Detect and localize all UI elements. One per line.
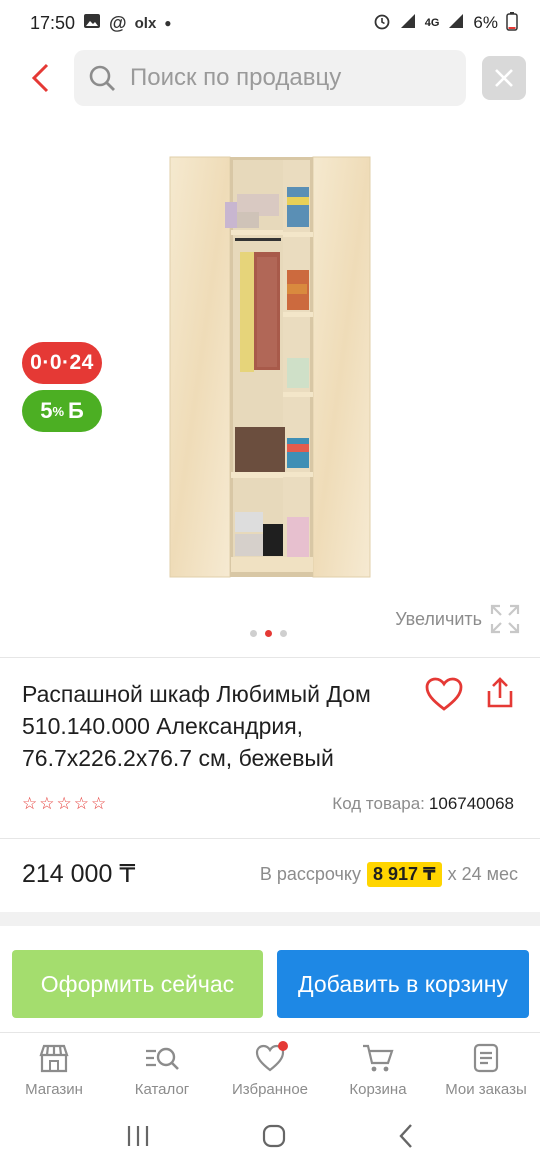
recent-apps-icon <box>127 1125 149 1146</box>
zoom-label: Увеличить <box>395 608 482 629</box>
expand-icon <box>490 604 520 634</box>
battery-icon <box>506 11 518 36</box>
close-icon <box>495 69 513 87</box>
installment-label: В рассрочку <box>259 864 361 884</box>
gallery-dot[interactable] <box>250 630 257 637</box>
divider <box>0 838 540 839</box>
chevron-left-icon <box>31 63 49 93</box>
product-image <box>169 156 371 578</box>
clear-search-button[interactable] <box>482 56 526 100</box>
nav-item-cart[interactable]: Корзина <box>324 1033 432 1104</box>
bonus-badge: 5% Б <box>22 390 102 432</box>
dot-icon: ● <box>164 16 172 30</box>
nav-label: Избранное <box>231 1081 309 1098</box>
system-nav-bar <box>0 1106 540 1170</box>
nav-item-orders[interactable]: Мои заказы <box>432 1033 540 1104</box>
zoom-button[interactable]: Увеличить <box>395 604 520 634</box>
product-code-value: 106740068 <box>428 794 514 813</box>
divider <box>0 657 540 658</box>
back-system-button[interactable] <box>397 1123 415 1154</box>
nav-item-favorites[interactable]: Избранное <box>216 1033 324 1104</box>
heart-outline-icon <box>425 677 463 711</box>
chevron-left-icon <box>399 1123 412 1148</box>
home-icon <box>262 1124 286 1147</box>
gallery-dots <box>250 630 287 637</box>
nav-label: Каталог <box>134 1081 190 1098</box>
search-header <box>0 46 540 112</box>
product-gallery[interactable]: 0·0·24 5% Б Увеличить <box>0 112 540 652</box>
back-button[interactable] <box>22 58 58 98</box>
at-icon: @ <box>109 12 127 33</box>
status-right: 4G 6% <box>373 11 518 36</box>
nav-item-catalog[interactable]: Каталог <box>108 1033 216 1104</box>
star-icon: ☆ <box>56 794 72 813</box>
status-left: 17:50 @ olx ● <box>30 13 172 34</box>
cart-icon <box>363 1044 394 1072</box>
status-bar: 17:50 @ olx ● 4G 6% <box>0 0 540 46</box>
product-code-label: Код товара: <box>332 794 425 813</box>
star-icon: ☆ <box>91 794 107 813</box>
installment-term: x 24 мес <box>447 864 518 884</box>
orders-icon <box>473 1043 499 1073</box>
share-button[interactable] <box>484 676 520 716</box>
share-icon <box>487 677 513 708</box>
notification-dot <box>278 1041 288 1051</box>
recent-apps-button[interactable] <box>125 1124 151 1153</box>
search-icon <box>89 65 115 91</box>
buy-now-button[interactable]: Оформить сейчас <box>12 950 263 1018</box>
olx-icon: olx <box>134 14 157 32</box>
installment-info[interactable]: В рассрочку 8 917 ₸ x 24 мес <box>260 862 518 887</box>
gallery-dot[interactable] <box>280 630 287 637</box>
section-separator <box>0 912 540 926</box>
installment-amount: 8 917 ₸ <box>367 862 442 887</box>
network-4g-icon: 4G <box>424 17 440 29</box>
nav-label: Мои заказы <box>445 1081 527 1098</box>
star-icon: ☆ <box>39 794 55 813</box>
catalog-search-icon <box>146 1047 179 1070</box>
battery-percent: 6% <box>473 13 498 32</box>
shop-icon <box>39 1044 69 1073</box>
nav-label: Корзина <box>349 1081 407 1098</box>
home-button[interactable] <box>261 1123 287 1154</box>
image-icon <box>83 13 101 33</box>
add-to-cart-button[interactable]: Добавить в корзину <box>277 950 529 1018</box>
favorite-button[interactable] <box>424 676 468 716</box>
status-time: 17:50 <box>30 12 76 33</box>
gallery-dot-active[interactable] <box>265 630 272 637</box>
star-icon: ☆ <box>73 794 89 813</box>
nav-label: Магазин <box>25 1081 83 1098</box>
search-box[interactable] <box>74 50 466 106</box>
star-icon: ☆ <box>22 794 38 813</box>
alarm-icon <box>373 12 391 35</box>
installment-badge: 0·0·24 <box>22 342 102 384</box>
product-price: 214 000 ₸ <box>22 860 136 888</box>
signal-2-icon <box>447 13 465 34</box>
signal-icon <box>399 13 417 34</box>
nav-item-shop[interactable]: Магазин <box>0 1033 108 1104</box>
bonus-value: 5 <box>40 398 53 423</box>
bonus-unit: Б <box>68 398 84 423</box>
bottom-nav: Магазин Каталог Избранное Корзина Мои за… <box>0 1032 540 1104</box>
product-title: Распашной шкаф Любимый Дом 510.140.000 А… <box>22 681 371 771</box>
rating-stars: ☆ ☆ ☆ ☆ ☆ <box>22 794 106 814</box>
bonus-suffix: % <box>52 403 64 419</box>
product-code: Код товара: 106740068 <box>332 794 514 814</box>
search-input[interactable] <box>130 64 450 92</box>
